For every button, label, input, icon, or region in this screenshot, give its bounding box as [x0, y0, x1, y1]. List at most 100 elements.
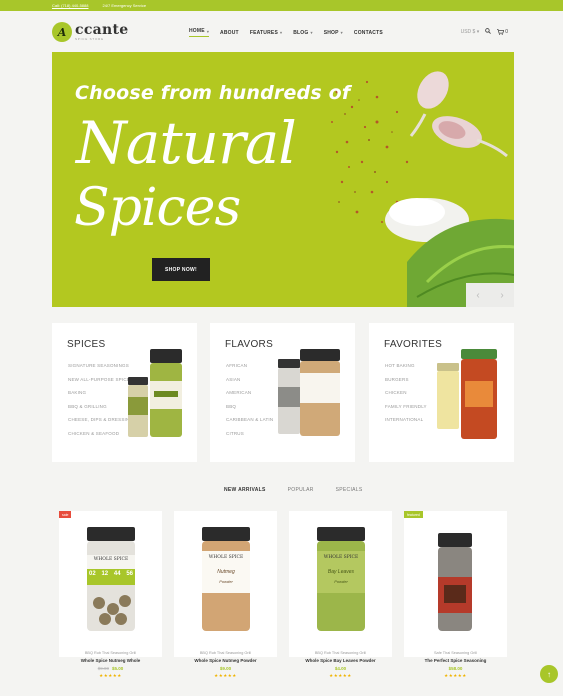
product-card[interactable]: WHOLE SPICE Bay Leaves Powder: [289, 511, 392, 657]
sale-badge: sale: [59, 511, 72, 518]
search-icon[interactable]: [485, 28, 492, 36]
jar-label: WHOLE SPICE: [93, 557, 129, 562]
rating-stars: ★★★★★: [444, 673, 467, 678]
hero-title-line-2: Spices: [74, 178, 241, 238]
product-image: [317, 527, 365, 631]
tab-popular[interactable]: POPULAR: [288, 487, 314, 493]
countdown-seconds: 56: [126, 571, 133, 577]
countdown-days: 02: [89, 571, 96, 577]
product-price: $4.00: [289, 666, 392, 671]
arrow-up-icon: ↑: [547, 669, 551, 679]
category-row: SPICES SIGNATURE SEASONINGS NEW ALL-PURP…: [52, 323, 514, 462]
spice-jars-image: [437, 349, 497, 439]
product-category[interactable]: BBQ Rub Thai Seasoning Grill: [174, 651, 277, 655]
category-link[interactable]: ASIAN: [226, 377, 273, 391]
current-price: $9.00: [219, 666, 232, 671]
product-image: [202, 527, 250, 631]
current-price: $4.00: [334, 666, 347, 671]
product-card[interactable]: WHOLE SPICE Nutmeg Powder: [174, 511, 277, 657]
product-price: $9.00: [174, 666, 277, 671]
product-name[interactable]: The Perfect Spice Seasoning: [404, 658, 507, 663]
jar-label: WHOLE SPICE: [323, 555, 359, 560]
category-link[interactable]: AFRICAN: [226, 363, 273, 377]
featured-badge: featured: [404, 511, 423, 518]
product-tabs: NEW ARRIVALS POPULAR SPECIALS: [224, 487, 363, 493]
top-bar: Call: (718) 440-5888 24/7 Emergency Serv…: [0, 0, 563, 11]
logo-name: ccante: [75, 22, 129, 38]
countdown-timer: 02 12 44 56: [89, 571, 133, 577]
header-tools: USD $ ▾ 0: [461, 28, 508, 36]
product-price: $9.00 $5.00: [59, 666, 162, 671]
category-title: FAVORITES: [384, 339, 443, 350]
product-category[interactable]: Safe Thai Seasoning Grill: [404, 651, 507, 655]
countdown-minutes: 44: [113, 571, 121, 577]
product-info: BBQ Rub Thai Seasoning Grill Whole Spice…: [174, 651, 277, 679]
rating-stars: ★★★★★: [214, 673, 237, 678]
category-link[interactable]: HOT BAKING: [385, 363, 427, 377]
nav-shop[interactable]: SHOP ▾: [324, 28, 343, 37]
nav-blog[interactable]: BLOG ▾: [293, 28, 312, 37]
slider-controls: ‹ ›: [466, 283, 514, 307]
chevron-down-icon: ▾: [340, 30, 343, 35]
jar-sub-label: Bay Leaves: [327, 569, 355, 575]
hero-subtitle: Choose from hundreds of: [75, 82, 351, 104]
rating-stars: ★★★★★: [99, 673, 122, 678]
chevron-down-icon: ▾: [310, 30, 313, 35]
site-logo[interactable]: A ccante SPICE STORE: [52, 22, 128, 42]
product-image: [438, 533, 472, 631]
chevron-down-icon: ▾: [280, 30, 283, 35]
category-link[interactable]: INTERNATIONAL: [385, 417, 427, 431]
category-link[interactable]: CARIBBEAN & LATIN: [226, 417, 273, 431]
logo-badge: A: [52, 22, 72, 42]
category-link[interactable]: AMERICAN: [226, 390, 273, 404]
category-card-flavors[interactable]: FLAVORS AFRICAN ASIAN AMERICAN BBQ CARIB…: [210, 323, 355, 462]
product-name[interactable]: Whole Spice Bay Leaves Powder: [289, 658, 392, 663]
spice-jars-image: [128, 349, 182, 437]
category-link[interactable]: BBQ: [226, 404, 273, 418]
hero-title-line-1: Natural: [76, 109, 297, 177]
product-category[interactable]: BBQ Rub Thai Seasoning Grill: [289, 651, 392, 655]
current-price: $58.00: [448, 666, 463, 671]
category-title: FLAVORS: [225, 339, 274, 350]
chevron-right-icon[interactable]: ›: [500, 290, 503, 301]
topbar-phone[interactable]: Call: (718) 440-5888: [52, 3, 88, 8]
product-category[interactable]: BBQ Rub Thai Seasoning Grill: [59, 651, 162, 655]
nav-home[interactable]: HOME ▾: [189, 28, 210, 37]
cart-count: 0: [505, 29, 508, 35]
shop-now-button[interactable]: SHOP NOW!: [152, 258, 210, 281]
cart-button[interactable]: 0: [497, 29, 508, 35]
jar-sub-label-2: Powder: [219, 579, 233, 584]
category-link[interactable]: BURGERS: [385, 377, 427, 391]
product-info: BBQ Rub Thai Seasoning Grill Whole Spice…: [59, 651, 162, 679]
nav-about[interactable]: ABOUT: [220, 28, 239, 37]
currency-select[interactable]: USD $ ▾: [461, 29, 480, 35]
chevron-down-icon: ▾: [206, 28, 210, 34]
product-info: BBQ Rub Thai Seasoning Grill Whole Spice…: [289, 651, 392, 679]
spice-jars-image: [278, 349, 340, 436]
site-header: A ccante SPICE STORE HOME ▾ ABOUT FEATURE…: [52, 16, 514, 48]
product-image: [87, 527, 135, 631]
nav-features[interactable]: FEATURES ▾: [250, 28, 282, 37]
category-link[interactable]: CITRUS: [226, 431, 273, 445]
countdown-hours: 12: [101, 571, 109, 577]
product-name[interactable]: Whole Spice Nutmeg Whole: [59, 658, 162, 663]
category-link[interactable]: CHICKEN: [385, 390, 427, 404]
category-title: SPICES: [67, 339, 106, 350]
chevron-left-icon[interactable]: ‹: [476, 290, 479, 301]
back-to-top-button[interactable]: ↑: [540, 665, 558, 683]
category-list: AFRICAN ASIAN AMERICAN BBQ CARIBBEAN & L…: [226, 363, 273, 445]
product-card[interactable]: WHOLE SPICE 02 12 44 56 sale: [59, 511, 162, 657]
nav-contacts[interactable]: CONTACTS: [354, 28, 383, 37]
product-name[interactable]: Whole Spice Nutmeg Powder: [174, 658, 277, 663]
current-price: $5.00: [112, 666, 124, 671]
topbar-support: 24/7 Emergency Service: [102, 3, 147, 8]
category-card-spices[interactable]: SPICES SIGNATURE SEASONINGS NEW ALL-PURP…: [52, 323, 197, 462]
tab-new-arrivals[interactable]: NEW ARRIVALS: [224, 487, 266, 493]
product-card[interactable]: featured: [404, 511, 507, 657]
tab-specials[interactable]: SPECIALS: [336, 487, 363, 493]
logo-tagline: SPICE STORE: [75, 37, 104, 41]
main-nav: HOME ▾ ABOUT FEATURES ▾ BLOG ▾ SHOP ▾ CONTAC…: [189, 28, 383, 37]
category-link[interactable]: FAMILY FRIENDLY: [385, 404, 427, 418]
rating-stars: ★★★★★: [329, 673, 352, 678]
category-card-favorites[interactable]: FAVORITES HOT BAKING BURGERS CHICKEN FAM…: [369, 323, 514, 462]
